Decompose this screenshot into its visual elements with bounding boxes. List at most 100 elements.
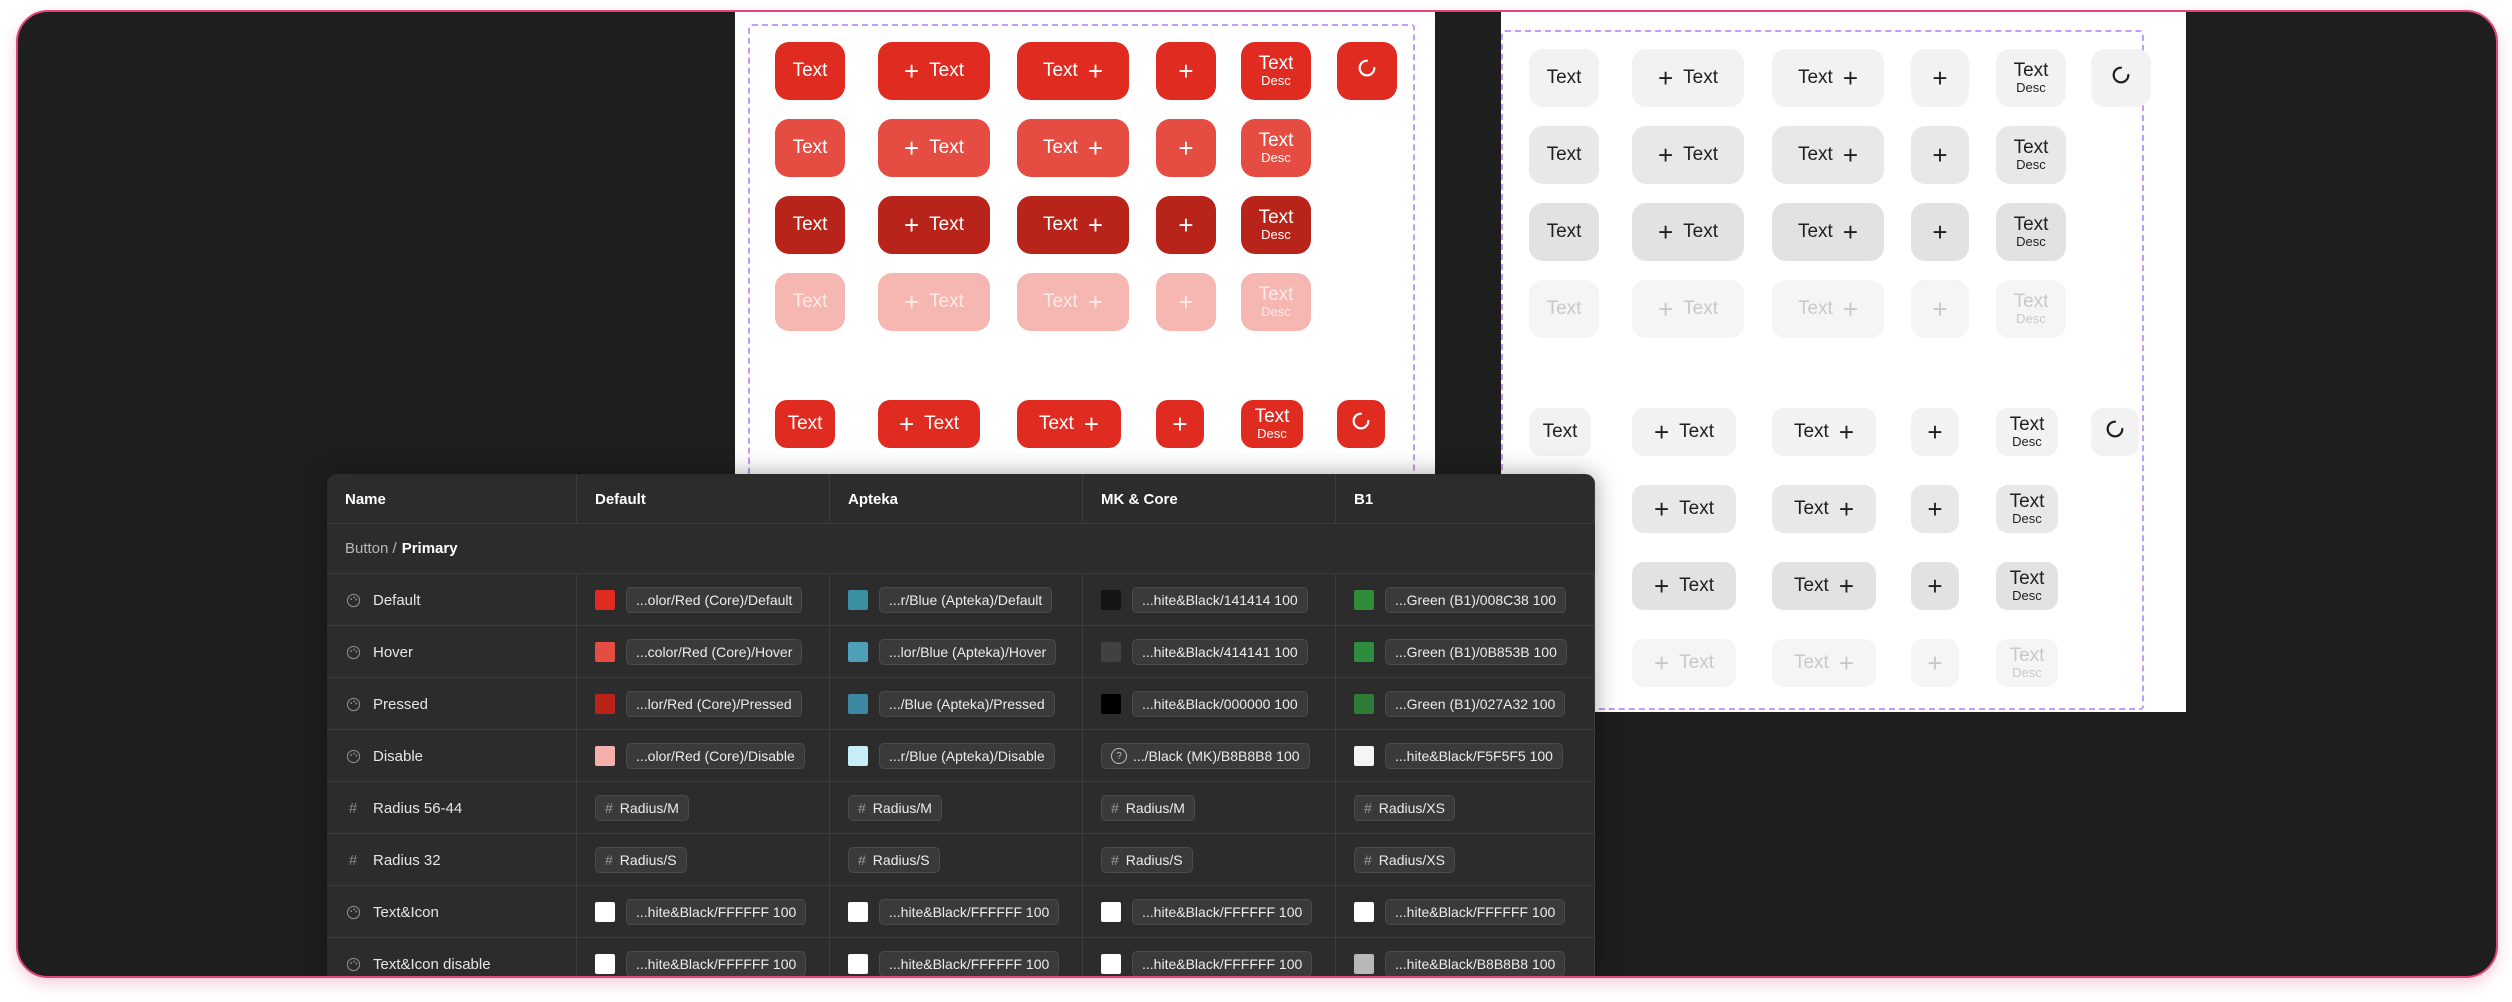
button-trail-dis[interactable]: Text + — [1772, 280, 1884, 338]
header-mk-core[interactable]: MK & Core — [1083, 474, 1336, 524]
color-token-chip[interactable]: ...olor/Red (Core)/Disable — [626, 743, 805, 769]
color-token-chip[interactable]: ...hite&Black/FFFFFF 100 — [1132, 951, 1313, 976]
button-text-hov[interactable]: Text — [775, 119, 845, 177]
table-row[interactable]: Disable ...olor/Red (Core)/Disable ...r/Bl… — [327, 730, 1595, 782]
color-token-chip[interactable]: ...hite&Black/FFFFFF 100 — [1385, 899, 1566, 925]
button-trail-def[interactable]: Text + — [1772, 408, 1876, 456]
button-desc-def[interactable]: Text Desc — [1996, 49, 2066, 107]
button-trail-def[interactable]: Text + — [1772, 49, 1884, 107]
button-trail-hov[interactable]: Text + — [1772, 485, 1876, 533]
button-text-pre[interactable]: Text — [775, 196, 845, 254]
button-desc-dis[interactable]: Text Desc — [1996, 280, 2066, 338]
button-text-def[interactable]: Text — [1529, 49, 1599, 107]
radius-token-chip[interactable]: # Radius/M — [1101, 795, 1195, 821]
button-desc-pre[interactable]: Text Desc — [1241, 196, 1311, 254]
color-token-chip[interactable]: ...r/Blue (Apteka)/Disable — [879, 743, 1055, 769]
button-icon-pre[interactable]: + — [1156, 196, 1216, 254]
button-desc-def[interactable]: Text Desc — [1241, 42, 1311, 100]
color-token-chip[interactable]: ...lor/Blue (Apteka)/Hover — [879, 639, 1057, 665]
button-icon-hov[interactable]: + — [1911, 126, 1969, 184]
button-spin-def[interactable] — [1337, 400, 1385, 448]
radius-token-chip[interactable]: # Radius/M — [595, 795, 689, 821]
color-token-chip[interactable]: ? .../Black (MK)/B8B8B8 100 — [1101, 743, 1310, 769]
color-token-chip[interactable]: ...hite&Black/000000 100 — [1132, 691, 1308, 717]
button-lead-pre[interactable]: + Text — [1632, 562, 1736, 610]
color-token-chip[interactable]: ...color/Red (Core)/Hover — [626, 639, 803, 665]
color-token-chip[interactable]: ...hite&Black/FFFFFF 100 — [879, 951, 1060, 976]
button-icon-hov[interactable]: + — [1156, 119, 1216, 177]
button-text-def[interactable]: Text — [775, 42, 845, 100]
button-trail-pre[interactable]: Text + — [1772, 203, 1884, 261]
button-icon-dis[interactable]: + — [1911, 639, 1959, 687]
table-row[interactable]: Default ...olor/Red (Core)/Default ...r/Bl… — [327, 574, 1595, 626]
button-desc-dis[interactable]: Text Desc — [1996, 639, 2058, 687]
color-token-chip[interactable]: ...r/Blue (Apteka)/Default — [879, 587, 1053, 613]
button-icon-def[interactable]: + — [1156, 42, 1216, 100]
table-row[interactable]: # Radius 32 # Radius/S # Radius/S # Radius/S # Ra… — [327, 834, 1595, 886]
button-lead-hov[interactable]: + Text — [878, 119, 990, 177]
button-icon-def[interactable]: + — [1156, 400, 1204, 448]
button-trail-def[interactable]: Text + — [1017, 42, 1129, 100]
button-trail-dis[interactable]: Text + — [1772, 639, 1876, 687]
button-desc-hov[interactable]: Text Desc — [1996, 485, 2058, 533]
color-token-chip[interactable]: ...hite&Black/B8B8B8 100 — [1385, 951, 1566, 976]
button-trail-pre[interactable]: Text + — [1017, 196, 1129, 254]
button-text-def[interactable]: Text — [1529, 408, 1591, 456]
button-icon-dis[interactable]: + — [1911, 280, 1969, 338]
color-token-chip[interactable]: ...Green (B1)/0B853B 100 — [1385, 639, 1567, 665]
header-apteka[interactable]: Apteka — [830, 474, 1083, 524]
button-icon-dis[interactable]: + — [1156, 273, 1216, 331]
color-token-chip[interactable]: ...hite&Black/F5F5F5 100 — [1385, 743, 1563, 769]
table-row[interactable]: Hover ...color/Red (Core)/Hover ...lor/Blu… — [327, 626, 1595, 678]
button-trail-def[interactable]: Text + — [1017, 400, 1121, 448]
button-text-hov[interactable]: Text — [1529, 126, 1599, 184]
color-token-chip[interactable]: ...hite&Black/414141 100 — [1132, 639, 1308, 665]
group-row[interactable]: Button / Primary — [327, 524, 1595, 574]
color-token-chip[interactable]: ...hite&Black/141414 100 — [1132, 587, 1308, 613]
button-desc-pre[interactable]: Text Desc — [1996, 562, 2058, 610]
button-desc-def[interactable]: Text Desc — [1996, 408, 2058, 456]
button-spin-def[interactable] — [2091, 49, 2151, 107]
button-lead-def[interactable]: + Text — [878, 42, 990, 100]
button-desc-hov[interactable]: Text Desc — [1241, 119, 1311, 177]
color-token-chip[interactable]: ...lor/Red (Core)/Pressed — [626, 691, 802, 717]
button-spin-def[interactable] — [2091, 408, 2139, 456]
button-lead-pre[interactable]: + Text — [878, 196, 990, 254]
button-icon-hov[interactable]: + — [1911, 485, 1959, 533]
button-lead-hov[interactable]: + Text — [1632, 485, 1736, 533]
button-lead-def[interactable]: + Text — [1632, 49, 1744, 107]
button-spin-def[interactable] — [1337, 42, 1397, 100]
button-text-dis[interactable]: Text — [775, 273, 845, 331]
color-token-chip[interactable]: ...Green (B1)/008C38 100 — [1385, 587, 1567, 613]
radius-token-chip[interactable]: # Radius/XS — [1354, 795, 1455, 821]
button-lead-dis[interactable]: + Text — [1632, 639, 1736, 687]
button-lead-hov[interactable]: + Text — [1632, 126, 1744, 184]
button-trail-dis[interactable]: Text + — [1017, 273, 1129, 331]
radius-token-chip[interactable]: # Radius/XS — [1354, 847, 1455, 873]
color-token-chip[interactable]: .../Blue (Apteka)/Pressed — [879, 691, 1055, 717]
header-default[interactable]: Default — [577, 474, 830, 524]
radius-token-chip[interactable]: # Radius/S — [848, 847, 940, 873]
button-icon-def[interactable]: + — [1911, 408, 1959, 456]
button-lead-def[interactable]: + Text — [878, 400, 980, 448]
button-lead-def[interactable]: + Text — [1632, 408, 1736, 456]
button-icon-pre[interactable]: + — [1911, 562, 1959, 610]
button-lead-pre[interactable]: + Text — [1632, 203, 1744, 261]
color-token-chip[interactable]: ...Green (B1)/027A32 100 — [1385, 691, 1566, 717]
radius-token-chip[interactable]: # Radius/M — [848, 795, 942, 821]
table-row[interactable]: # Radius 56-44 # Radius/M # Radius/M # Radius/M… — [327, 782, 1595, 834]
table-row[interactable]: Pressed ...lor/Red (Core)/Pressed .../Blue… — [327, 678, 1595, 730]
button-lead-dis[interactable]: + Text — [878, 273, 990, 331]
button-icon-def[interactable]: + — [1911, 49, 1969, 107]
button-desc-pre[interactable]: Text Desc — [1996, 203, 2066, 261]
radius-token-chip[interactable]: # Radius/S — [1101, 847, 1193, 873]
button-desc-dis[interactable]: Text Desc — [1241, 273, 1311, 331]
header-b1[interactable]: B1 — [1336, 474, 1595, 524]
color-token-chip[interactable]: ...olor/Red (Core)/Default — [626, 587, 803, 613]
button-trail-pre[interactable]: Text + — [1772, 562, 1876, 610]
color-token-chip[interactable]: ...hite&Black/FFFFFF 100 — [626, 951, 807, 976]
radius-token-chip[interactable]: # Radius/S — [595, 847, 687, 873]
button-trail-hov[interactable]: Text + — [1772, 126, 1884, 184]
table-row[interactable]: Text&Icon disable ...hite&Black/FFFFFF 10… — [327, 938, 1595, 976]
button-text-pre[interactable]: Text — [1529, 203, 1599, 261]
